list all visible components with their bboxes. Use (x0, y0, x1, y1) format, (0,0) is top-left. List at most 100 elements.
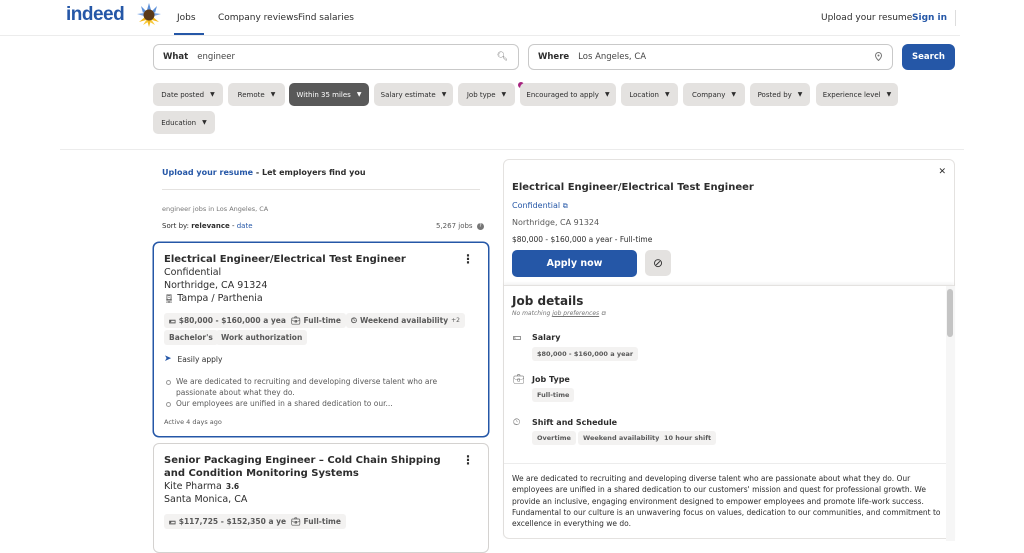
job-snippet: We are dedicated to recruiting and devel… (164, 376, 474, 409)
filter-label: Location (629, 90, 659, 99)
what-search-field[interactable]: What engineer 🔍︎ (153, 44, 519, 70)
caret-down-icon: ▼ (501, 91, 507, 98)
external-link-icon: ⧉ (562, 202, 568, 210)
salary-detail-tag: $80,000 - $160,000 a year (532, 347, 639, 361)
transit-text: Tampa / Parthenia (177, 293, 263, 304)
detail-company-name[interactable]: Confidential (512, 201, 560, 210)
filter-location[interactable]: Location ▼ (621, 83, 678, 106)
sort-separator: - (229, 222, 237, 230)
filter-label: Remote (237, 90, 265, 99)
filter-company[interactable]: Company ▼ (683, 83, 745, 106)
not-interested-button[interactable]: ⊘ (645, 250, 671, 276)
job-location: Santa Monica, CA (164, 494, 248, 505)
company-rating: 3.6 (225, 482, 240, 491)
where-label: Where (538, 52, 570, 62)
job-card[interactable]: Senior Packaging Engineer – Cold Chain S… (153, 443, 489, 553)
shift-tag-weekend: Weekend availability (578, 431, 665, 445)
upload-resume-link[interactable]: Upload your resume (821, 13, 912, 23)
job-detail-pane: ✕ Electrical Engineer/Electrical Test En… (503, 159, 955, 541)
briefcase-icon: 💼︎ (513, 375, 525, 385)
scrollbar-thumb[interactable] (947, 289, 953, 337)
apply-now-button[interactable]: Apply now (512, 250, 637, 277)
section-divider (60, 149, 964, 150)
company-name: Kite Pharma (164, 481, 222, 492)
job-preferences-note: No matching job preferences ⧉ (512, 310, 605, 318)
job-title[interactable]: Electrical Engineer/Electrical Test Engi… (164, 253, 454, 266)
filter-encouraged-to-apply[interactable]: Encouraged to apply ▼ (520, 83, 616, 106)
filter-experience-level[interactable]: Experience level ▼ (816, 83, 898, 106)
job-count-text: 5,267 jobs (436, 222, 473, 230)
company-name: Confidential (164, 267, 222, 278)
search-button[interactable]: Search (902, 44, 955, 70)
job-card[interactable]: Electrical Engineer/Electrical Test Engi… (153, 242, 489, 437)
tag-text: Full-time (303, 517, 341, 526)
tag-text: Weekend availability (359, 316, 449, 325)
money-icon: 💵︎ (513, 333, 522, 343)
filter-job-type[interactable]: Job type ▼ (458, 83, 515, 106)
tag-text: Full-time (303, 316, 341, 325)
shift-tag-10-hour: 10 hour shift (659, 431, 717, 445)
briefcase-icon: 💼︎ (291, 517, 301, 526)
job-type-detail-tag: Full-time (532, 388, 575, 402)
job-details-scroll-area[interactable]: Job details No matching job preferences … (504, 285, 955, 541)
upload-resume-promo-link[interactable]: Upload your resume (162, 168, 253, 177)
easily-apply-badge: ➤ Easily apply (164, 354, 222, 364)
filter-label: Job type (466, 90, 496, 99)
where-input[interactable]: Los Angeles, CA (578, 52, 646, 62)
filter-date-posted[interactable]: Date posted ▼ (153, 83, 223, 106)
what-input[interactable]: engineer (197, 52, 235, 62)
external-link-icon: ⧉ (601, 310, 606, 317)
shift-section-label: Shift and Schedule (532, 418, 618, 427)
money-icon: 💵︎ (169, 516, 176, 526)
caret-down-icon: ▼ (202, 119, 207, 126)
sign-in-link[interactable]: Sign in (912, 13, 947, 23)
results-breadcrumb: engineer jobs in Los Angeles, CA (162, 205, 269, 213)
search-icon: 🔍︎ (496, 52, 508, 62)
nav-company-reviews[interactable]: Company reviews (218, 13, 298, 23)
sort-date-link[interactable]: date (237, 222, 253, 230)
job-preferences-link[interactable]: job preferences (552, 310, 599, 317)
more-options-icon[interactable]: ⋮ (462, 253, 474, 265)
job-type-tag: 💼︎ Full-time (286, 514, 346, 529)
caret-down-icon: ▼ (664, 91, 670, 98)
help-icon[interactable]: ? (476, 222, 484, 230)
caret-down-icon: ▼ (797, 91, 803, 98)
detail-location: Northridge, CA 91324 (512, 218, 600, 227)
snippet-item: Our employees are unified in a shared de… (164, 398, 474, 409)
filter-education[interactable]: Education ▼ (153, 111, 215, 134)
location-pin-icon (874, 51, 883, 64)
more-tags-count: +2 (451, 317, 460, 324)
where-search-field[interactable]: Where Los Angeles, CA (528, 44, 893, 70)
filter-label: Education (161, 118, 197, 127)
close-icon[interactable]: ✕ (938, 167, 946, 177)
caret-down-icon: ▼ (731, 91, 736, 98)
filter-label: Salary estimate (380, 90, 436, 99)
train-icon: 🚆︎ (164, 294, 175, 303)
sort-prefix: Sort by: (162, 222, 192, 230)
filter-posted-by[interactable]: Posted by ▼ (750, 83, 810, 106)
salary-section-label: Salary (532, 333, 561, 342)
work-authorization-tag: Work authorization (216, 330, 308, 345)
job-title[interactable]: Senior Packaging Engineer – Cold Chain S… (164, 454, 454, 480)
what-label: What (163, 52, 189, 62)
salary-tag: 💵︎ $80,000 - $160,000 a year (164, 313, 295, 328)
job-type-section-label: Job Type (532, 375, 570, 384)
more-options-icon[interactable]: ⋮ (462, 454, 474, 466)
filter-distance[interactable]: Within 35 miles ▼ (289, 83, 369, 106)
job-details-heading: Job details (512, 294, 584, 308)
snippet-item: We are dedicated to recruiting and devel… (164, 376, 474, 398)
caret-down-icon: ▼ (356, 91, 362, 98)
caret-down-icon: ▼ (210, 91, 215, 98)
filter-remote[interactable]: Remote ▼ (228, 83, 285, 106)
filter-salary-estimate[interactable]: Salary estimate ▼ (374, 83, 453, 106)
indeed-logo[interactable]: indeed (66, 4, 125, 26)
posted-date: Active 4 days ago (164, 418, 222, 426)
block-icon: ⊘ (652, 256, 664, 270)
description-divider (504, 463, 946, 464)
nav-find-salaries[interactable]: Find salaries (298, 13, 354, 23)
nav-jobs[interactable]: Jobs (177, 13, 196, 23)
detail-company-link[interactable]: Confidential ⧉ (512, 201, 568, 211)
filter-label: Encouraged to apply (526, 90, 599, 99)
tag-text: $117,725 - $152,350 a year (178, 517, 295, 526)
briefcase-icon: 💼︎ (291, 316, 301, 325)
